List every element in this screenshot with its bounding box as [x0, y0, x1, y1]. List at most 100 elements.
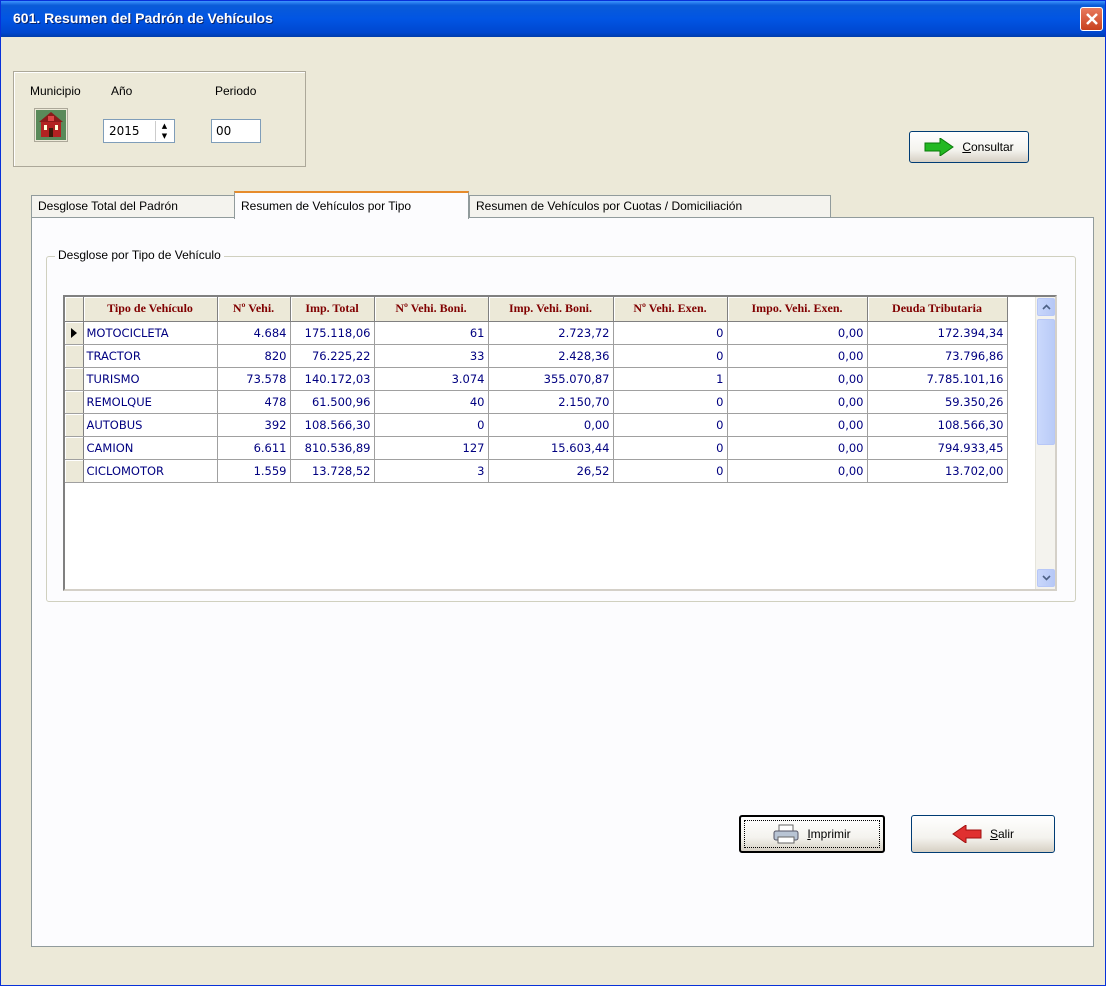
table-cell[interactable]: 175.118,06	[290, 321, 375, 345]
table-cell[interactable]: 0,00	[727, 459, 868, 483]
title-bar[interactable]: 601. Resumen del Padrón de Vehículos	[1, 1, 1105, 37]
table-cell[interactable]: 73.796,86	[867, 344, 1008, 368]
spin-up-icon[interactable]: ▲	[156, 121, 173, 131]
table-cell[interactable]: 7.785.101,16	[867, 367, 1008, 391]
table-cell[interactable]: 108.566,30	[290, 413, 375, 437]
table-cell[interactable]: 0,00	[727, 321, 868, 345]
anio-spin-buttons[interactable]: ▲ ▼	[155, 121, 173, 141]
table-cell[interactable]: 59.350,26	[867, 390, 1008, 414]
table-cell[interactable]: TURISMO	[83, 367, 218, 391]
table-cell[interactable]: 0	[613, 321, 728, 345]
table-cell[interactable]: TRACTOR	[83, 344, 218, 368]
col-header-deuda-tributaria[interactable]: Deuda Tributaria	[867, 297, 1008, 322]
table-row[interactable]: AUTOBUS 392 108.566,30 0 0,00 0 0,00 108.566,30	[65, 413, 1008, 437]
table-cell[interactable]: 392	[217, 413, 291, 437]
consultar-button[interactable]: Consultar	[909, 131, 1029, 163]
row-indicator[interactable]	[65, 367, 84, 391]
table-cell[interactable]: 2.150,70	[488, 390, 614, 414]
col-header-tipo[interactable]: Tipo de Vehículo	[83, 297, 218, 322]
table-cell[interactable]: 40	[374, 390, 489, 414]
table-cell[interactable]: 13.702,00	[867, 459, 1008, 483]
table-cell[interactable]: 478	[217, 390, 291, 414]
table-cell[interactable]: 4.684	[217, 321, 291, 345]
col-header-imp-total[interactable]: Imp. Total	[290, 297, 375, 322]
close-button[interactable]	[1080, 7, 1103, 31]
scroll-down-button[interactable]	[1037, 569, 1055, 587]
table-cell[interactable]: MOTOCICLETA	[83, 321, 218, 345]
municipio-button[interactable]	[34, 108, 68, 142]
grid-header-row: Tipo de Vehículo Nº Vehi. Imp. Total Nº …	[65, 297, 1008, 322]
table-cell[interactable]: 0	[613, 344, 728, 368]
table-cell[interactable]: 76.225,22	[290, 344, 375, 368]
table-cell[interactable]: 33	[374, 344, 489, 368]
table-row[interactable]: MOTOCICLETA 4.684 175.118,06 61 2.723,72 0 0,0…	[65, 321, 1008, 345]
table-cell[interactable]: 1	[613, 367, 728, 391]
table-cell[interactable]: 127	[374, 436, 489, 460]
table-cell[interactable]: 2.428,36	[488, 344, 614, 368]
table-cell[interactable]: 3	[374, 459, 489, 483]
vehicle-type-grid[interactable]: Tipo de Vehículo Nº Vehi. Imp. Total Nº …	[63, 295, 1057, 591]
table-cell[interactable]: 0,00	[727, 436, 868, 460]
table-cell[interactable]: 810.536,89	[290, 436, 375, 460]
tab-resumen-por-tipo[interactable]: Resumen de Vehículos por Tipo	[234, 191, 469, 219]
table-cell[interactable]: 0	[613, 459, 728, 483]
table-cell[interactable]: 3.074	[374, 367, 489, 391]
table-cell[interactable]: 1.559	[217, 459, 291, 483]
table-cell[interactable]: 0,00	[727, 390, 868, 414]
table-cell[interactable]: 15.603,44	[488, 436, 614, 460]
table-cell[interactable]: 820	[217, 344, 291, 368]
table-cell[interactable]: 794.933,45	[867, 436, 1008, 460]
scroll-thumb[interactable]	[1037, 319, 1055, 445]
col-header-n-vehi[interactable]: Nº Vehi.	[217, 297, 291, 322]
row-indicator[interactable]	[65, 436, 84, 460]
table-cell[interactable]: 172.394,34	[867, 321, 1008, 345]
scroll-up-button[interactable]	[1037, 298, 1055, 316]
periodo-input[interactable]: 00	[211, 119, 261, 143]
col-header-n-vehi-exen[interactable]: Nº Vehi. Exen.	[613, 297, 728, 322]
table-cell[interactable]: AUTOBUS	[83, 413, 218, 437]
table-cell[interactable]: CAMION	[83, 436, 218, 460]
col-header-imp-vehi-boni[interactable]: Imp. Vehi. Boni.	[488, 297, 614, 322]
table-row[interactable]: TRACTOR 820 76.225,22 33 2.428,36 0 0,00 73.796…	[65, 344, 1008, 368]
table-cell[interactable]: 0	[613, 390, 728, 414]
table-cell[interactable]: 0	[613, 413, 728, 437]
imprimir-button[interactable]: Imprimir	[739, 815, 885, 853]
table-cell[interactable]: 0,00	[727, 413, 868, 437]
table-cell[interactable]: 73.578	[217, 367, 291, 391]
table-cell[interactable]: 6.611	[217, 436, 291, 460]
tab-desglose-total[interactable]: Desglose Total del Padrón	[31, 195, 235, 217]
table-cell[interactable]: 13.728,52	[290, 459, 375, 483]
table-cell[interactable]: 140.172,03	[290, 367, 375, 391]
row-indicator[interactable]	[65, 344, 84, 368]
table-cell[interactable]: 61.500,96	[290, 390, 375, 414]
vertical-scrollbar[interactable]	[1035, 297, 1055, 589]
col-header-n-vehi-boni[interactable]: Nº Vehi. Boni.	[374, 297, 489, 322]
table-cell[interactable]: 61	[374, 321, 489, 345]
table-cell[interactable]: 0	[374, 413, 489, 437]
table-cell[interactable]: 0,00	[727, 367, 868, 391]
table-cell[interactable]: 355.070,87	[488, 367, 614, 391]
table-cell[interactable]: CICLOMOTOR	[83, 459, 218, 483]
anio-spinner[interactable]: 2015 ▲ ▼	[103, 119, 175, 143]
row-indicator[interactable]	[65, 413, 84, 437]
green-arrow-right-icon	[924, 138, 955, 156]
salir-button[interactable]: Salir	[911, 815, 1055, 853]
table-row[interactable]: TURISMO 73.578 140.172,03 3.074 355.070,87 1 0…	[65, 367, 1008, 391]
table-cell[interactable]: 0,00	[488, 413, 614, 437]
table-cell[interactable]: 0	[613, 436, 728, 460]
table-cell[interactable]: 26,52	[488, 459, 614, 483]
table-row[interactable]: REMOLQUE 478 61.500,96 40 2.150,70 0 0,00 59.35…	[65, 390, 1008, 414]
row-indicator[interactable]	[65, 459, 84, 483]
tab-resumen-cuotas[interactable]: Resumen de Vehículos por Cuotas / Domici…	[469, 195, 831, 217]
spin-down-icon[interactable]: ▼	[156, 131, 173, 141]
chevron-down-icon	[1041, 575, 1051, 581]
table-cell[interactable]: REMOLQUE	[83, 390, 218, 414]
table-cell[interactable]: 0,00	[727, 344, 868, 368]
col-header-impo-vehi-exen[interactable]: Impo. Vehi. Exen.	[727, 297, 868, 322]
table-cell[interactable]: 108.566,30	[867, 413, 1008, 437]
table-row[interactable]: CICLOMOTOR 1.559 13.728,52 3 26,52 0 0,00 13.70…	[65, 459, 1008, 483]
row-indicator[interactable]	[65, 390, 84, 414]
row-indicator[interactable]	[65, 321, 84, 345]
table-row[interactable]: CAMION 6.611 810.536,89 127 15.603,44 0 0,00 79…	[65, 436, 1008, 460]
table-cell[interactable]: 2.723,72	[488, 321, 614, 345]
